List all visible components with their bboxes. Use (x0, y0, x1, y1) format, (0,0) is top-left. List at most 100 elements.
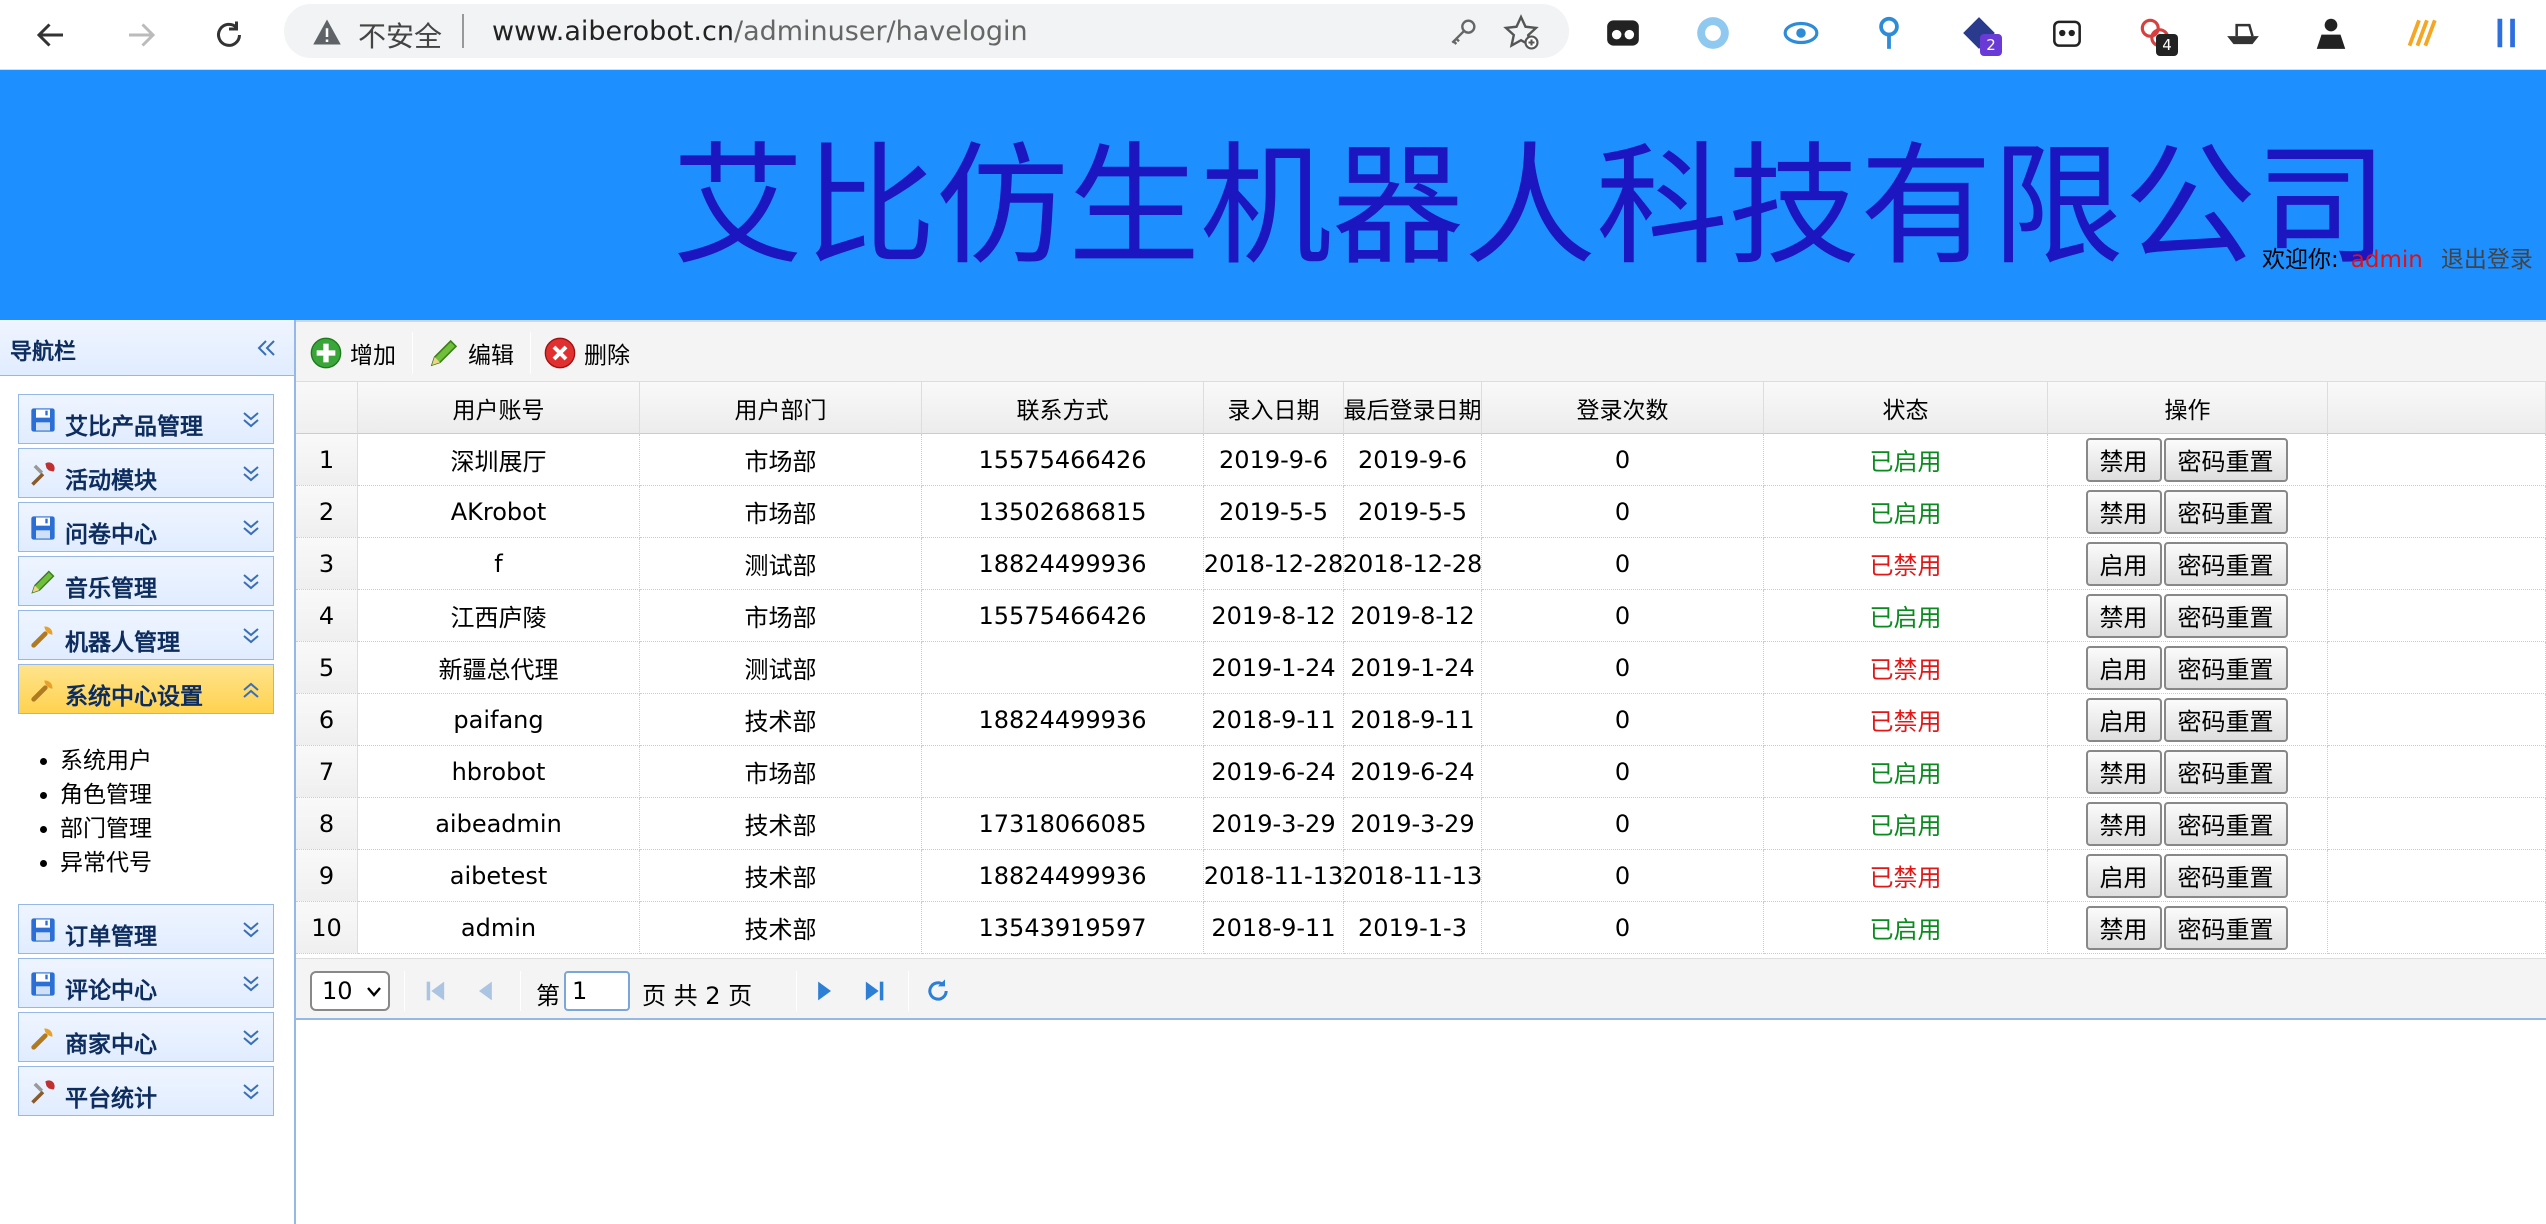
reset-password-button[interactable]: 密码重置 (2163, 905, 2288, 950)
cube-ext-icon[interactable]: 2 (1956, 10, 2002, 56)
sidebar-menu-item[interactable]: 音乐管理 (18, 556, 274, 606)
last-page-icon[interactable] (860, 977, 888, 1005)
column-header[interactable]: 录入日期 (1204, 382, 1344, 434)
collapse-left-icon[interactable] (254, 336, 278, 360)
forward-button[interactable] (114, 8, 168, 62)
chevron-down-icon[interactable] (239, 1080, 263, 1104)
table-row[interactable]: 9 aibetest 技术部 18824499936 2018-11-13 2018-11… (296, 850, 2546, 902)
column-header[interactable]: 状态 (1764, 382, 2048, 434)
disable-button[interactable]: 禁用 (2085, 593, 2162, 638)
sidebar-menu-item[interactable]: 商家中心 (18, 1012, 274, 1062)
disable-button[interactable]: 禁用 (2085, 801, 2162, 846)
refresh-icon[interactable] (924, 977, 952, 1005)
reset-password-button[interactable]: 密码重置 (2163, 541, 2288, 586)
panda-ext-icon[interactable] (2044, 10, 2090, 56)
table-row[interactable]: 8 aibeadmin 技术部 17318066085 2019-3-29 2019-3-… (296, 798, 2546, 850)
row-filler (2328, 434, 2546, 486)
submenu-item[interactable]: 系统用户 (60, 744, 152, 778)
table-row[interactable]: 3 f 测试部 18824499936 2018-12-28 2018-12-28 0 已禁用… (296, 538, 2546, 590)
prev-page-icon[interactable] (472, 977, 500, 1005)
cell-status: 已启用 (1764, 902, 2048, 954)
reset-password-button[interactable]: 密码重置 (2163, 437, 2288, 482)
reset-password-button[interactable]: 密码重置 (2163, 853, 2288, 898)
logout-link[interactable]: 退出登录 (2441, 247, 2533, 273)
table-row[interactable]: 7 hbrobot 市场部 2019-6-24 2019-6-24 0 已启用 禁用 密码重置 (296, 746, 2546, 798)
back-arrow-icon (36, 23, 63, 47)
eye-ext-icon[interactable] (1778, 10, 1824, 56)
page-number-input[interactable] (564, 971, 630, 1011)
enable-button[interactable]: 启用 (2085, 853, 2162, 898)
sidebar-menu-item[interactable]: 艾比产品管理 (18, 394, 274, 444)
chevron-down-icon[interactable] (239, 972, 263, 996)
row-filler (2328, 902, 2546, 954)
bars-ext-icon[interactable] (2484, 10, 2530, 56)
table-row[interactable]: 1 深圳展厅 市场部 15575466426 2019-9-6 2019-9-6 0 已启用禁… (296, 434, 2546, 486)
key-icon[interactable] (1447, 16, 1479, 48)
sidebar-menu-item[interactable]: 评论中心 (18, 958, 274, 1008)
first-page-icon[interactable] (422, 977, 450, 1005)
reset-password-button[interactable]: 密码重置 (2163, 489, 2288, 534)
submenu-item[interactable]: 角色管理 (60, 778, 152, 812)
delete-button[interactable]: 删除 (544, 334, 630, 372)
slashes-ext-icon[interactable] (2396, 10, 2442, 56)
chevron-down-icon[interactable] (239, 516, 263, 540)
person-ext-icon[interactable] (2308, 10, 2354, 56)
ship-ext-icon[interactable] (2220, 10, 2266, 56)
reset-password-button[interactable]: 密码重置 (2163, 801, 2288, 846)
reset-password-button[interactable]: 密码重置 (2163, 593, 2288, 638)
url-text[interactable]: www.aiberobot.cn/adminuser/havelogin (492, 16, 1028, 47)
chevron-down-icon[interactable] (239, 570, 263, 594)
enable-button[interactable]: 启用 (2085, 697, 2162, 742)
sidebar-menu-item[interactable]: 平台统计 (18, 1066, 274, 1116)
chevron-up-icon[interactable] (239, 678, 263, 702)
sidebar-menu-item[interactable]: 机器人管理 (18, 610, 274, 660)
column-header[interactable]: 最后登录日期 (1344, 382, 1482, 434)
column-header[interactable]: 联系方式 (922, 382, 1204, 434)
sidebar-menu-item[interactable]: 系统中心设置 (18, 664, 274, 714)
submenu-item[interactable]: 异常代号 (60, 846, 152, 880)
edit-button[interactable]: 编辑 (428, 334, 514, 372)
sidebar-menu-item[interactable]: 问卷中心 (18, 502, 274, 552)
table-row[interactable]: 6 paifang 技术部 18824499936 2018-9-11 2018-9-11… (296, 694, 2546, 746)
table-row[interactable]: 2 AKrobot 市场部 13502686815 2019-5-5 2019-5-5 0 已… (296, 486, 2546, 538)
cell-count: 0 (1482, 538, 1764, 590)
next-page-icon[interactable] (810, 977, 838, 1005)
bookmark-star-icon[interactable] (1503, 14, 1539, 50)
address-bar[interactable]: 不安全 www.aiberobot.cn/adminuser/havelogin (284, 4, 1569, 58)
browser-chrome: 不安全 www.aiberobot.cn/adminuser/havelogin… (0, 0, 2546, 70)
cell-phone: 13502686815 (922, 486, 1204, 538)
column-header[interactable]: 操作 (2048, 382, 2328, 434)
reload-button[interactable] (202, 8, 256, 62)
back-button[interactable] (24, 8, 78, 62)
reset-password-button[interactable]: 密码重置 (2163, 645, 2288, 690)
column-header[interactable]: 登录次数 (1482, 382, 1764, 434)
sidebar-menu-item[interactable]: 订单管理 (18, 904, 274, 954)
pin-ext-icon[interactable] (1866, 10, 1912, 56)
reset-password-button[interactable]: 密码重置 (2163, 749, 2288, 794)
enable-button[interactable]: 启用 (2085, 645, 2162, 690)
page-size-select[interactable]: 10 (310, 971, 390, 1011)
disable-button[interactable]: 禁用 (2085, 437, 2162, 482)
glasses-ext-icon[interactable] (1600, 10, 1646, 56)
table-row[interactable]: 4 江西庐陵 市场部 15575466426 2019-8-12 2019-8-12 0 已启… (296, 590, 2546, 642)
sidebar-menu-item[interactable]: 活动模块 (18, 448, 274, 498)
disable-button[interactable]: 禁用 (2085, 489, 2162, 534)
column-header[interactable]: 用户账号 (358, 382, 640, 434)
sidebar-menu-label: 音乐管理 (65, 576, 157, 602)
add-button[interactable]: 增加 (310, 334, 396, 372)
chevron-down-icon[interactable] (239, 462, 263, 486)
chevron-down-icon[interactable] (239, 918, 263, 942)
disable-button[interactable]: 禁用 (2085, 905, 2162, 950)
chevron-down-icon[interactable] (239, 624, 263, 648)
table-row[interactable]: 5 新疆总代理 测试部 2019-1-24 2019-1-24 0 已禁用 启用 密码重置 (296, 642, 2546, 694)
puzzle-ext-icon[interactable]: 4 (2132, 10, 2178, 56)
chevron-down-icon[interactable] (239, 1026, 263, 1050)
disable-button[interactable]: 禁用 (2085, 749, 2162, 794)
circle-ext-icon[interactable] (1690, 10, 1736, 56)
submenu-item[interactable]: 部门管理 (60, 812, 152, 846)
enable-button[interactable]: 启用 (2085, 541, 2162, 586)
reset-password-button[interactable]: 密码重置 (2163, 697, 2288, 742)
chevron-down-icon[interactable] (239, 408, 263, 432)
table-row[interactable]: 10 admin 技术部 13543919597 2018-9-11 2019-1-3 0 已… (296, 902, 2546, 954)
column-header[interactable]: 用户部门 (640, 382, 922, 434)
